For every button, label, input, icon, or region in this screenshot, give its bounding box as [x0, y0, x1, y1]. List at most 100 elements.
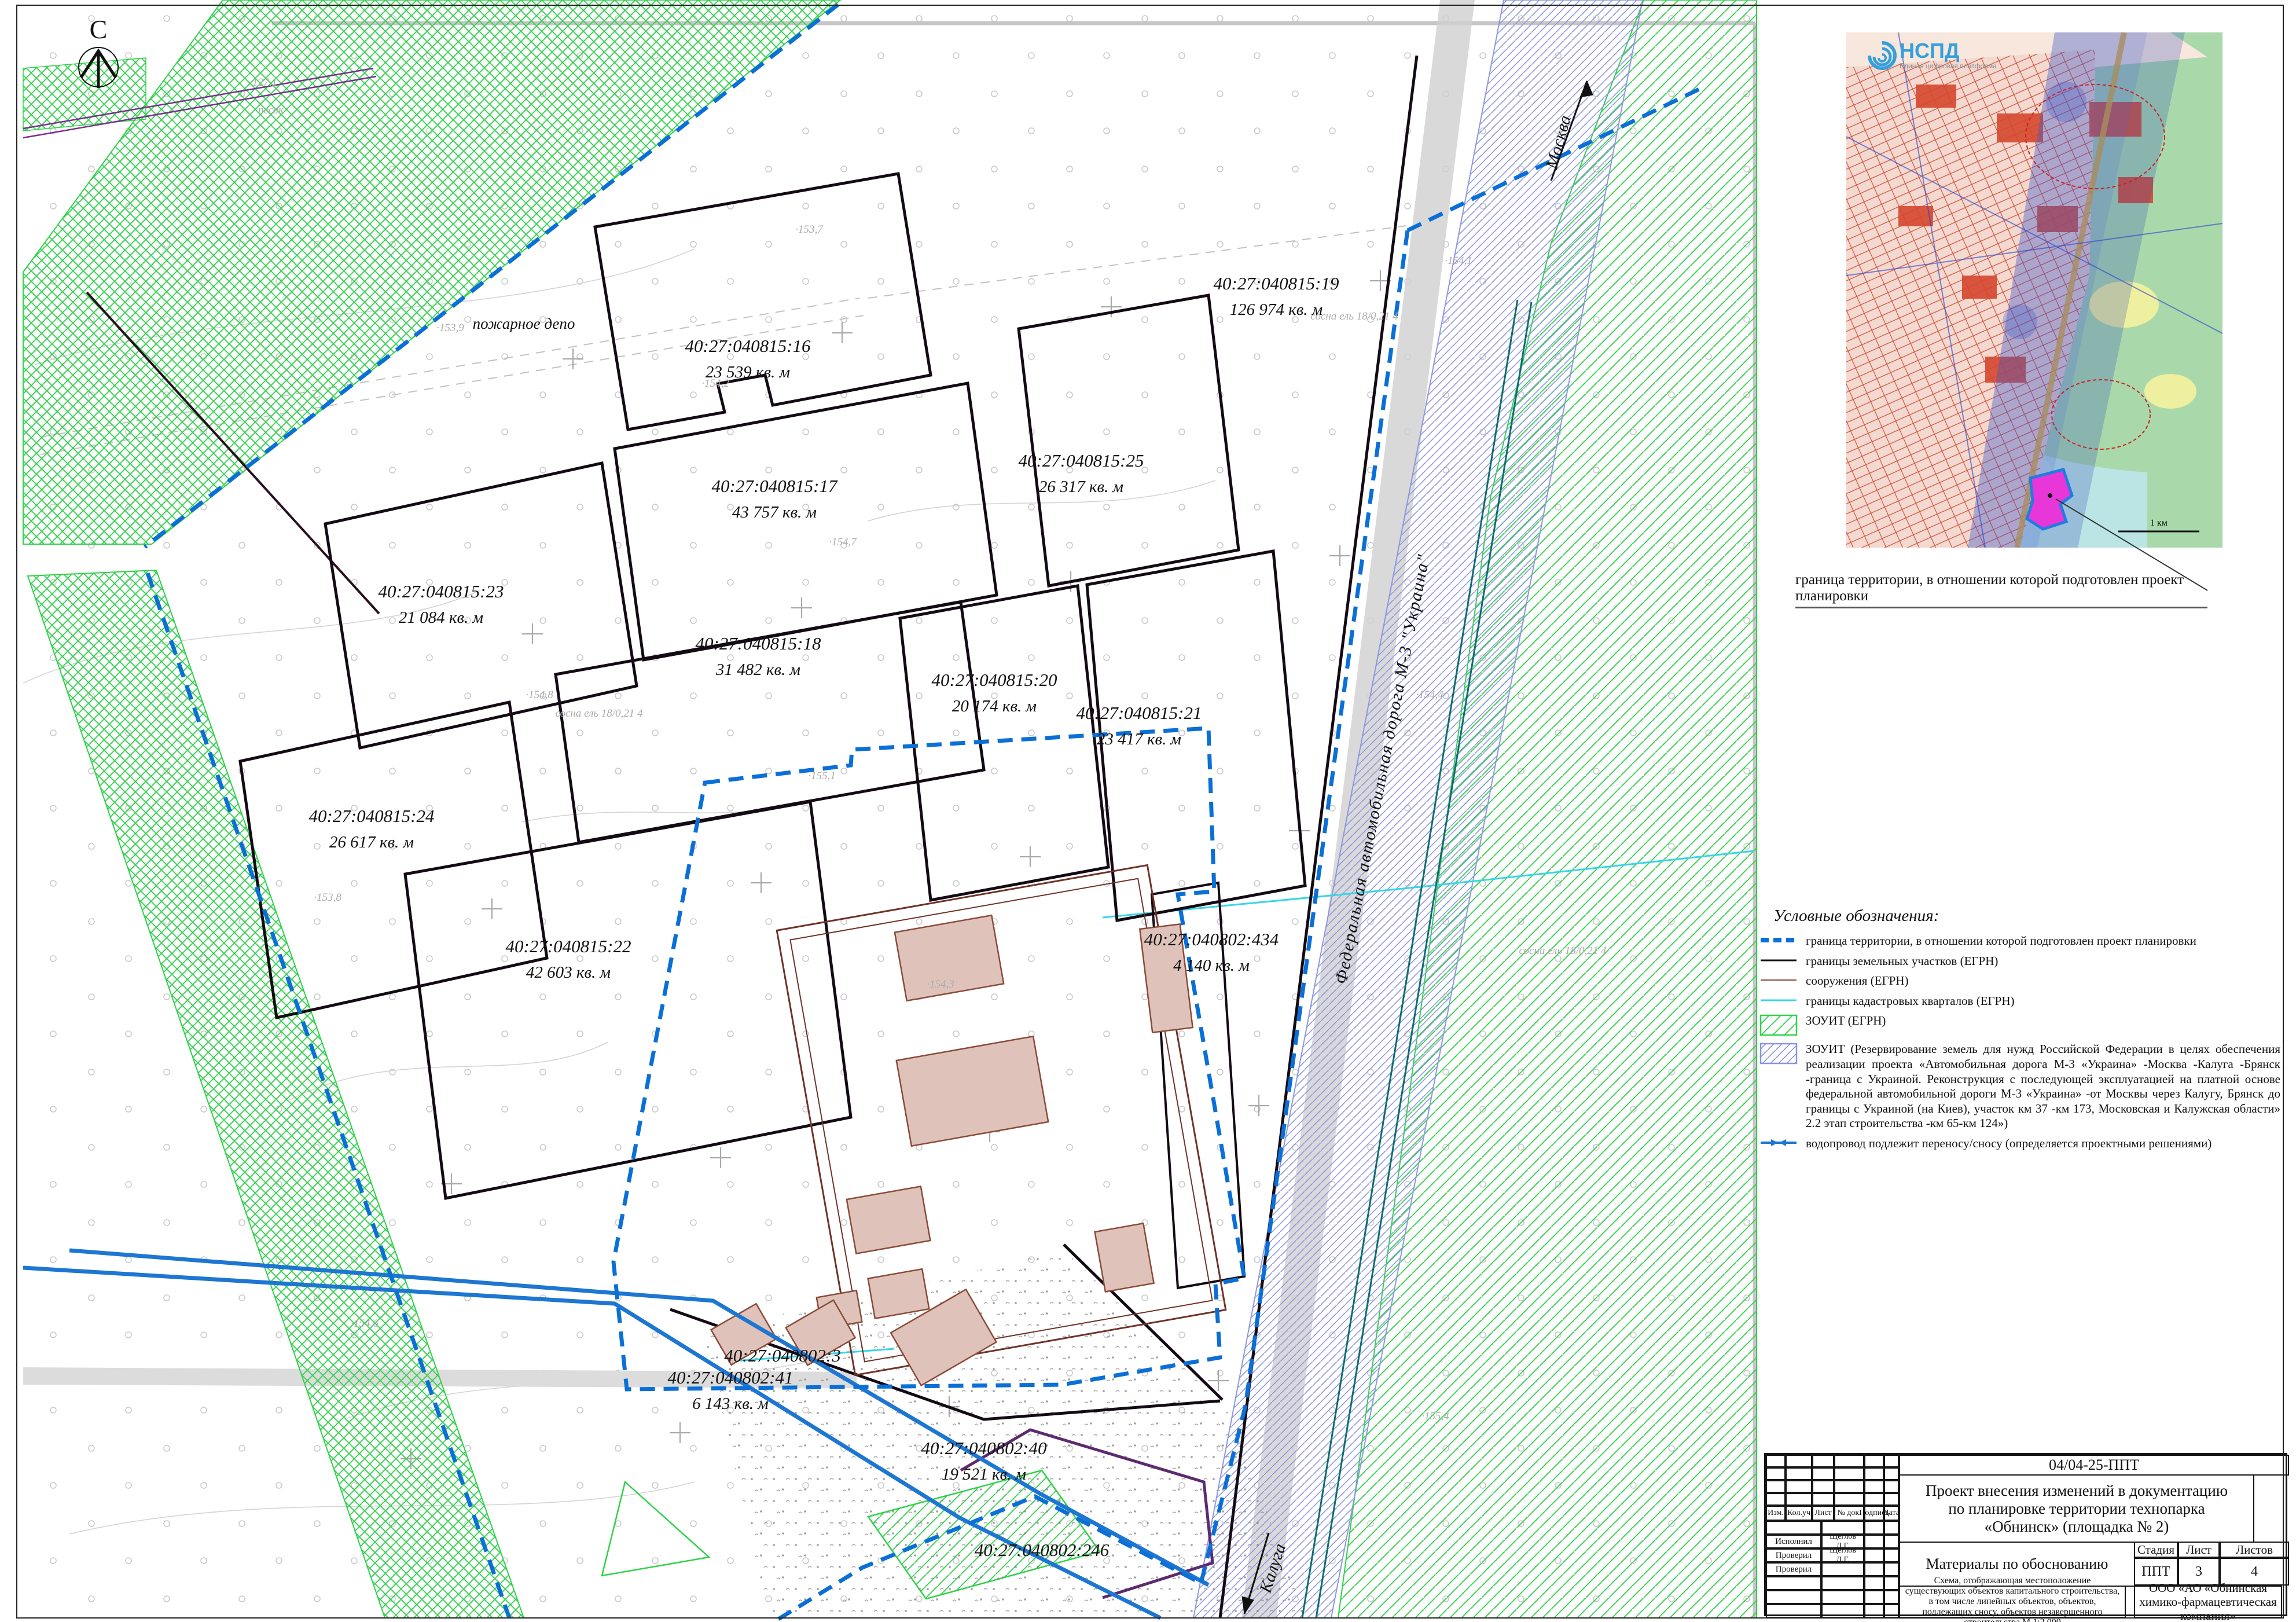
tb-empty-cell: [1864, 1493, 1884, 1506]
legend-item: сооружения (ЕГРН): [1759, 974, 2289, 989]
parcel-id-label: 40:27:040802:434: [1144, 929, 1279, 949]
parcel-area-label: 19 521 кв. м: [942, 1465, 1026, 1484]
parcel-area-label: 23 417 кв. м: [1097, 730, 1181, 748]
nspd-logo-subtext: Единая цифровая платформа: [1900, 62, 1997, 70]
tb-empty-cell: [1834, 1493, 1864, 1506]
tb-empty-cell: [1812, 1467, 1834, 1480]
tb-empty-cell: [1812, 1480, 1834, 1493]
elevation-label: ·154,1: [1445, 255, 1472, 267]
tb-empty-cell: [1884, 1576, 1899, 1590]
legend-item: границы кадастровых кварталов (ЕГРН): [1759, 994, 2289, 1009]
elevation-label: ·155,4: [1421, 1410, 1449, 1422]
nspd-logo-text: НСПД: [1900, 39, 1960, 63]
inset-overview-map: НСПД Единая цифровая платформа 1 км: [1846, 32, 2222, 548]
tb-empty-cell: [1884, 1604, 1899, 1618]
legend: Условные обозначения: граница территории…: [1759, 901, 2289, 1157]
inset-caption: граница территории, в отношении которой …: [1795, 572, 2207, 608]
tb-empty-cell: [1884, 1480, 1899, 1493]
tb-empty-cell: [1864, 1604, 1884, 1618]
parcel-area-label: 21 084 кв. м: [399, 608, 483, 627]
tb-empty-cell: [1864, 1590, 1884, 1604]
legend-item: граница территории, в отношении которой …: [1759, 934, 2289, 949]
tb-name-cell: Щеглов Д.Г.: [1821, 1548, 1864, 1562]
right-panel: НСПД Единая цифровая платформа 1 км гран…: [1759, 0, 2296, 1622]
tb-name-cell: [1821, 1562, 1864, 1576]
tb-empty-cell: [1884, 1467, 1899, 1480]
parcel-area-label: 26 317 кв. м: [1039, 478, 1123, 496]
tb-column-header: Дата: [1884, 1506, 1899, 1521]
water-line-icon: [1759, 1136, 1798, 1149]
parcel-id-label: 40:27:040802:41: [668, 1367, 794, 1388]
tb-role-cell: Исполнил: [1766, 1535, 1821, 1548]
tb-role-cell: Проверил: [1766, 1562, 1821, 1576]
parcel-id-label: 40:27:040815:17: [712, 476, 838, 496]
tb-empty-cell: [1766, 1467, 1786, 1480]
parcel-area-label: 126 974 кв. м: [1230, 300, 1323, 319]
tb-stage-value: 4: [2220, 1558, 2289, 1586]
parcel-area-label: 43 757 кв. м: [732, 503, 817, 522]
tb-empty-cell: [1864, 1455, 1884, 1467]
elevation-label: ·154,7: [829, 536, 857, 548]
boundary-line-icon: [1759, 934, 1798, 946]
tb-empty-cell: [1884, 1455, 1899, 1467]
elevation-label: сосна ель 18/0,21 4: [1311, 310, 1398, 322]
elevation-label: песок: [258, 104, 284, 116]
tb-empty-cell: [1864, 1548, 1884, 1562]
legend-item-label: граница территории, в отношении которой …: [1806, 934, 2196, 949]
parcel-area-label: 4 140 кв. м: [1173, 956, 1250, 975]
tb-stage-value: 3: [2178, 1558, 2220, 1586]
parcel-id-label: 40:27:040815:25: [1019, 450, 1144, 471]
tb-empty-cell: [1884, 1521, 1899, 1535]
zouit-violet-icon: [1759, 1042, 1798, 1065]
parcel-line-icon: [1759, 954, 1798, 967]
parcel-id-label: 40:27:040815:21: [1077, 703, 1202, 723]
tb-empty-cell: [1812, 1455, 1834, 1467]
parcel-area-label: 23 539 кв. м: [706, 363, 790, 381]
legend-item: ЗОУИТ (ЕГРН): [1759, 1014, 2289, 1037]
legend-item: водопровод подлежит переносу/сносу (опре…: [1759, 1136, 2289, 1151]
tb-empty-cell: [1834, 1455, 1864, 1467]
elevation-label: ·154,6: [351, 1318, 379, 1330]
tb-empty-cell: [1884, 1562, 1899, 1576]
zouit-green-icon: [1759, 1014, 1798, 1037]
sheet: С Москва Калуга Федеральная автомобильна…: [0, 0, 2296, 1622]
tb-role-cell: Проверил: [1766, 1548, 1821, 1562]
parcel-area-label: 26 617 кв. м: [329, 833, 414, 852]
parcel-id-label: 40:27:040802:3: [724, 1345, 840, 1366]
elevation-label: ·153,8: [314, 891, 341, 904]
tb-empty-cell: [1821, 1604, 1864, 1618]
tb-empty-cell: [1766, 1480, 1786, 1493]
elevation-label: ·153,9: [436, 322, 464, 334]
elevation-label: ·155,1: [808, 770, 836, 782]
tb-empty-cell: [1834, 1467, 1864, 1480]
parcel-id-label: 40:27:040815:18: [696, 633, 821, 654]
tb-empty-cell: [1786, 1467, 1812, 1480]
elevation-label: ·127,1: [249, 76, 277, 89]
legend-title: Условные обозначения:: [1773, 907, 2289, 926]
parcel-area-label: 20 174 кв. м: [952, 697, 1037, 715]
parcel-id-label: 40:27:040815:16: [685, 336, 811, 356]
tb-column-header: Подпись: [1864, 1506, 1884, 1521]
tb-stage-header: Стадия: [2134, 1542, 2178, 1558]
tb-empty-cell: [1821, 1590, 1864, 1604]
tb-empty-cell: [1884, 1535, 1899, 1548]
elevation-label: сосна ель 18/0,21 4: [556, 707, 643, 720]
tb-column-header: Лист: [1812, 1506, 1834, 1521]
legend-item: границы земельных участков (ЕГРН): [1759, 954, 2289, 969]
parcel-id-label: 40:27:040815:23: [379, 581, 504, 601]
legend-item-label: ЗОУИТ (Резервирование земель для нужд Ро…: [1806, 1042, 2280, 1131]
parcel-area-label: 42 603 кв. м: [526, 963, 611, 982]
tb-empty-cell: [1786, 1493, 1812, 1506]
tb-empty-cell: [1864, 1576, 1884, 1590]
north-label: С: [90, 14, 108, 44]
tb-empty-cell: [1766, 1455, 1786, 1467]
tb-empty-cell: [1812, 1493, 1834, 1506]
elevation-label: сосна ель 18/0,21 4: [1519, 945, 1607, 957]
legend-item-label: границы земельных участков (ЕГРН): [1806, 954, 1998, 969]
tb-empty-cell: [1786, 1480, 1812, 1493]
tb-empty-cell: [1766, 1493, 1786, 1506]
fire-station-label: пожарное депо: [473, 315, 575, 332]
elevation-label: ·154,4: [1416, 689, 1443, 701]
structure-line-icon: [1759, 974, 1798, 986]
tb-empty-cell: [1864, 1562, 1884, 1576]
